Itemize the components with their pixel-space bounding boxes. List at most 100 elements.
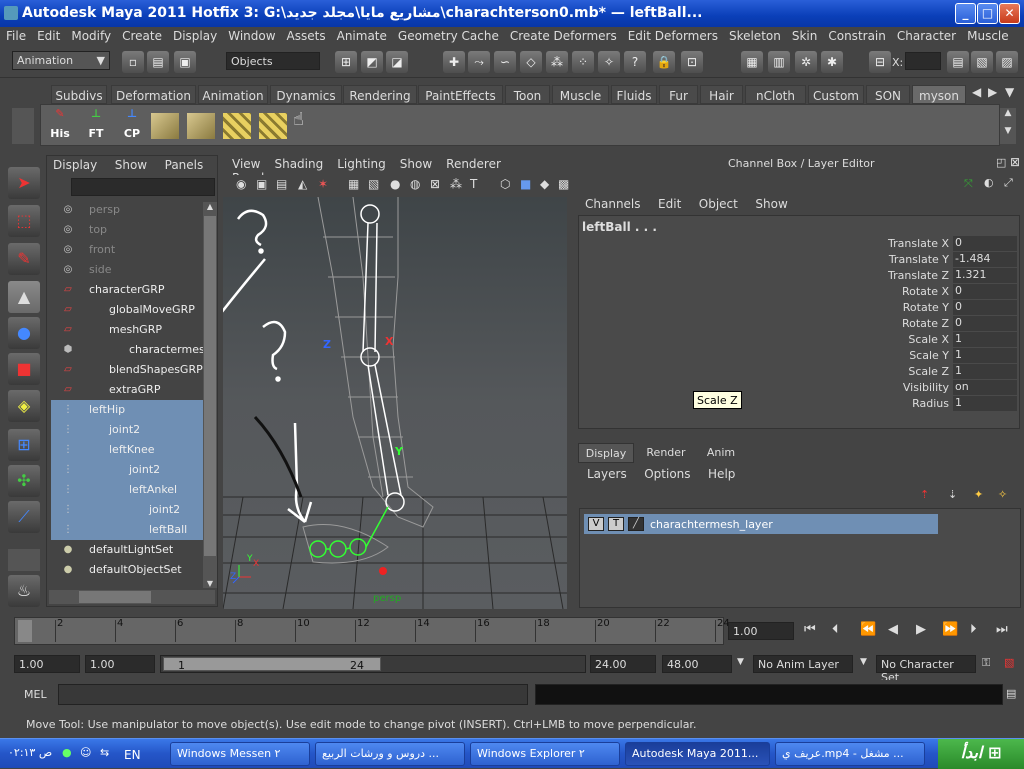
manipulator-tool-icon[interactable]: ◈ <box>8 390 40 422</box>
language-indicator[interactable]: EN <box>124 748 141 762</box>
channel-value[interactable]: 1 <box>953 396 1017 411</box>
menuset-dropdown[interactable]: Animation ▼ <box>12 51 110 70</box>
input-line-icon[interactable]: ⊟ <box>869 51 891 73</box>
menu-create-deformers[interactable]: Create Deformers <box>504 27 622 43</box>
end-time-field[interactable]: 48.00 <box>662 655 732 673</box>
shelf-tab-hair[interactable]: Hair <box>700 85 743 104</box>
soft-mod-tool-icon[interactable]: ⊞ <box>8 429 40 461</box>
render-settings-icon[interactable]: ✱ <box>821 51 843 73</box>
scale-tool-icon[interactable]: ■ <box>8 353 40 385</box>
step-back-icon[interactable]: ⏴ <box>832 622 839 637</box>
playback-start-field[interactable]: 1.00 <box>85 655 155 673</box>
menu-muscle[interactable]: Muscle <box>961 27 1014 43</box>
play-back-icon[interactable]: ◀ <box>888 622 898 637</box>
maximize-button[interactable]: □ <box>977 3 998 24</box>
channel-value[interactable]: on <box>953 380 1017 395</box>
viewport-menu-lighting[interactable]: Lighting <box>337 157 386 171</box>
channels-menu[interactable]: Channels <box>585 197 641 211</box>
shade-wire-icon[interactable]: ◍ <box>410 177 420 191</box>
menu-modify[interactable]: Modify <box>65 27 116 43</box>
start-button[interactable]: ابدأ ⊞ <box>938 739 1024 769</box>
joint-tool-icon[interactable]: ⟋ <box>8 501 40 533</box>
menu-animate[interactable]: Animate <box>331 27 392 43</box>
shelf-tab-toon[interactable]: Toon <box>505 85 550 104</box>
outliner-row[interactable]: ▱ meshGRP <box>51 320 203 340</box>
go-start-icon[interactable]: ⏮ <box>804 622 816 637</box>
open-folder-icon[interactable]: ▤ <box>147 51 169 73</box>
current-time-marker[interactable] <box>18 620 32 642</box>
layer-help-menu[interactable]: Help <box>708 467 735 481</box>
outliner-row[interactable]: ◎ top <box>51 220 203 240</box>
mel-input[interactable] <box>58 684 528 705</box>
tab-display[interactable]: Display <box>578 443 634 463</box>
key-icon[interactable]: ⚿ <box>982 656 990 670</box>
menu-file[interactable]: File <box>0 27 31 43</box>
taskbar-button[interactable]: Autodesk Maya 2011... <box>625 742 770 766</box>
taskbar-button[interactable]: عريف ي.mp4 - مشغل ... <box>775 742 925 766</box>
outliner-row[interactable]: ▱ blendShapesGRP <box>51 360 203 380</box>
layer-options-menu[interactable]: Options <box>644 467 690 481</box>
selection-mode-field[interactable]: Objects <box>226 52 320 70</box>
channel-value[interactable]: 0 <box>953 316 1017 331</box>
xray-icon[interactable]: ⊠ <box>430 177 440 191</box>
outliner-hscrollbar[interactable] <box>49 590 215 604</box>
attribute-editor-icon[interactable]: ▤ <box>947 51 969 73</box>
shelf-tab-muscle[interactable]: Muscle <box>552 85 609 104</box>
outliner-row[interactable]: ⬢ charactermesh <box>51 340 203 360</box>
outliner-row[interactable]: ⋮ joint2 <box>51 420 203 440</box>
tool-settings-icon[interactable]: ▧ <box>971 51 993 73</box>
layer-visibility-toggle[interactable]: V <box>588 517 604 531</box>
channel-edit-menu[interactable]: Edit <box>658 197 681 211</box>
outliner-row[interactable]: ⋮ leftKnee <box>51 440 203 460</box>
go-end-icon[interactable]: ⏭ <box>996 622 1008 637</box>
character-set-dropdown[interactable]: No Character Set <box>876 655 976 684</box>
wireframe-icon[interactable]: ▧ <box>368 177 379 191</box>
network-tray-icon[interactable]: ⇆ <box>100 746 109 759</box>
menu-display[interactable]: Display <box>167 27 222 43</box>
construction-history-icon[interactable]: ⁘ <box>572 51 594 73</box>
layer-move-down-icon[interactable]: ⇣ <box>948 488 957 501</box>
lasso-tool-icon[interactable]: ⬚ <box>8 205 40 237</box>
selection-lock-icon[interactable]: ⊡ <box>681 51 703 73</box>
preferences-icon[interactable]: ▧ <box>1004 656 1014 669</box>
shelf-scroll[interactable]: ▲ ▼ <box>1000 108 1016 144</box>
textured-icon[interactable]: T <box>470 177 477 191</box>
outliner-row[interactable]: ● defaultObjectSet <box>51 560 203 580</box>
channel-value[interactable]: 0 <box>953 236 1017 251</box>
smooth-shade-icon[interactable]: ● <box>390 177 400 191</box>
channel-value[interactable]: 0 <box>953 284 1017 299</box>
shelf-tab-custom[interactable]: Custom <box>808 85 864 104</box>
lights-icon[interactable]: ⁂ <box>450 177 462 191</box>
anim-layer-dropdown[interactable]: No Anim Layer <box>753 655 853 673</box>
scroll-thumb[interactable] <box>204 216 216 556</box>
tray-icon[interactable]: ● <box>62 746 72 759</box>
hscroll-thumb[interactable] <box>79 591 151 603</box>
snap-live-icon[interactable]: ⁂ <box>546 51 568 73</box>
layout-buttons[interactable] <box>8 549 40 571</box>
shelf-tab-son[interactable]: SON <box>866 85 910 104</box>
shelf-tab-deformation[interactable]: Deformation <box>111 85 196 104</box>
viewport-menu-renderer[interactable]: Renderer <box>446 157 501 171</box>
layers-menu[interactable]: Layers <box>587 467 627 481</box>
close-button[interactable]: ✕ <box>999 3 1020 24</box>
move-tool-icon[interactable]: ▲ <box>8 281 40 313</box>
viewport-menu-show[interactable]: Show <box>400 157 432 171</box>
menu-window[interactable]: Window <box>222 27 280 43</box>
shelf-tab-painteffects[interactable]: PaintEffects <box>418 85 503 104</box>
script-editor-icon[interactable]: ▤ <box>1006 687 1016 700</box>
outliner-row[interactable]: ▱ extraGRP <box>51 380 203 400</box>
shelf-tab-rendering[interactable]: Rendering <box>343 85 417 104</box>
play-icon[interactable]: ▶ <box>916 622 926 637</box>
taskbar-button[interactable]: دروس و ورشات الربيع ... <box>315 742 465 766</box>
outliner-filter-input[interactable] <box>71 178 215 196</box>
history-shelf-button[interactable]: ✎ His <box>43 107 77 143</box>
layer-move-up-icon[interactable]: ⇡ <box>920 488 929 501</box>
time-slider[interactable]: 124681012141618202224 <box>14 617 730 645</box>
shelf-tab-dynamics[interactable]: Dynamics <box>270 85 342 104</box>
snap-grid-icon[interactable]: ✚ <box>443 51 465 73</box>
menu-edit[interactable]: Edit <box>31 27 65 43</box>
select-tool-icon[interactable]: ➤ <box>8 167 40 199</box>
checker-icon[interactable]: ▩ <box>558 177 569 191</box>
shelf-tab-fur[interactable]: Fur <box>659 85 698 104</box>
outliner-row[interactable]: ● defaultLightSet <box>51 540 203 560</box>
